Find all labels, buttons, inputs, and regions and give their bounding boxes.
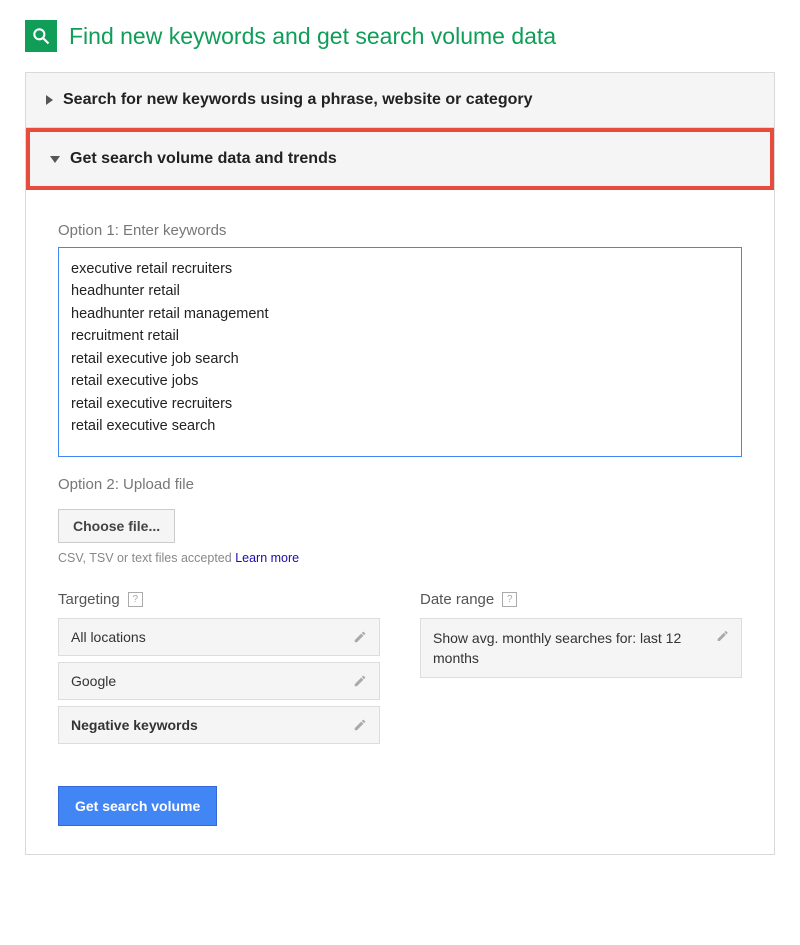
- targeting-label: Targeting ?: [58, 591, 380, 608]
- pencil-icon: [353, 718, 367, 732]
- choose-file-button[interactable]: Choose file...: [58, 509, 175, 543]
- option2-label: Option 2: Upload file: [58, 476, 742, 493]
- option1-label: Option 1: Enter keywords: [58, 222, 742, 239]
- keywords-input[interactable]: [58, 247, 742, 457]
- accordion-title: Get search volume data and trends: [70, 150, 337, 168]
- file-hint: CSV, TSV or text files accepted Learn mo…: [58, 551, 742, 565]
- targeting-locations-text: All locations: [71, 629, 146, 645]
- accordion-body: Option 1: Enter keywords Option 2: Uploa…: [26, 190, 774, 854]
- help-icon[interactable]: ?: [502, 592, 517, 607]
- accordion-search-volume[interactable]: Get search volume data and trends: [26, 128, 774, 190]
- chevron-down-icon: [50, 156, 60, 163]
- page-header: Find new keywords and get search volume …: [25, 20, 775, 52]
- pencil-icon: [353, 630, 367, 644]
- daterange-label-text: Date range: [420, 591, 494, 608]
- accordion-container: Search for new keywords using a phrase, …: [25, 72, 775, 855]
- targeting-negative-text: Negative keywords: [71, 717, 198, 733]
- get-search-volume-button[interactable]: Get search volume: [58, 786, 217, 826]
- learn-more-link[interactable]: Learn more: [235, 551, 299, 565]
- accordion-search-phrase[interactable]: Search for new keywords using a phrase, …: [26, 73, 774, 128]
- targeting-locations[interactable]: All locations: [58, 618, 380, 656]
- daterange-selector[interactable]: Show avg. monthly searches for: last 12 …: [420, 618, 742, 678]
- accordion-title: Search for new keywords using a phrase, …: [63, 91, 533, 109]
- targeting-daterange-row: Targeting ? All locations Google Negativ…: [58, 591, 742, 750]
- pencil-icon: [353, 674, 367, 688]
- targeting-negative-keywords[interactable]: Negative keywords: [58, 706, 380, 744]
- daterange-column: Date range ? Show avg. monthly searches …: [420, 591, 742, 750]
- file-hint-text: CSV, TSV or text files accepted: [58, 551, 235, 565]
- targeting-search-network[interactable]: Google: [58, 662, 380, 700]
- targeting-network-text: Google: [71, 673, 116, 689]
- chevron-right-icon: [46, 95, 53, 105]
- option2-section: Option 2: Upload file Choose file... CSV…: [58, 476, 742, 565]
- pencil-icon: [716, 629, 729, 643]
- daterange-label: Date range ?: [420, 591, 742, 608]
- page-title: Find new keywords and get search volume …: [69, 23, 556, 50]
- targeting-column: Targeting ? All locations Google Negativ…: [58, 591, 380, 750]
- help-icon[interactable]: ?: [128, 592, 143, 607]
- daterange-text: Show avg. monthly searches for: last 12 …: [433, 629, 716, 668]
- search-icon: [25, 20, 57, 52]
- targeting-label-text: Targeting: [58, 591, 120, 608]
